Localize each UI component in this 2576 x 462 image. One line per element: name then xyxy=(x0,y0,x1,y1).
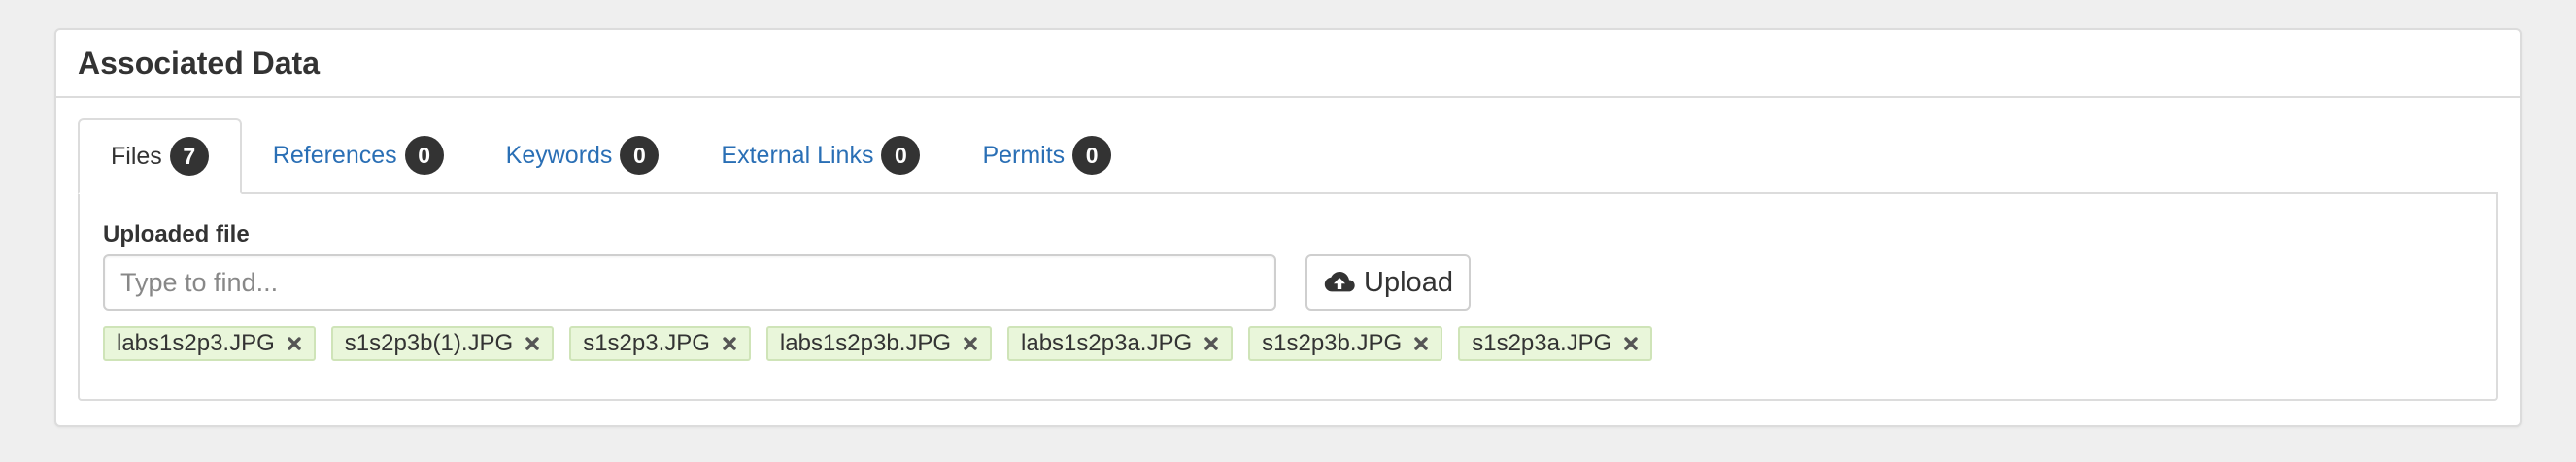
close-icon[interactable] xyxy=(1411,334,1431,353)
tab-label: External Links xyxy=(721,141,874,169)
file-tag: labs1s2p3a.JPG xyxy=(1007,326,1234,361)
uploaded-file-label: Uploaded file xyxy=(103,221,250,248)
tab-label: References xyxy=(272,141,397,169)
tab-label: Permits xyxy=(982,141,1066,169)
file-search-input[interactable] xyxy=(103,254,1276,311)
close-icon[interactable] xyxy=(720,334,739,353)
tab-bar: Files 7 References 0 Keywords 0 External… xyxy=(78,118,2498,194)
upload-button[interactable]: Upload xyxy=(1305,254,1471,311)
panel-title: Associated Data xyxy=(78,45,320,81)
file-tag-label: s1s2p3.JPG xyxy=(583,330,710,356)
close-icon[interactable] xyxy=(961,334,980,353)
file-tag-label: s1s2p3b(1).JPG xyxy=(344,330,514,356)
close-icon[interactable] xyxy=(1202,334,1221,353)
file-tag-label: labs1s2p3a.JPG xyxy=(1021,330,1193,356)
file-tag: labs1s2p3b.JPG xyxy=(765,326,993,361)
count-badge: 0 xyxy=(881,136,921,175)
tab-permits[interactable]: Permits 0 xyxy=(951,118,1142,192)
file-tag: s1s2p3b(1).JPG xyxy=(330,326,555,361)
count-badge: 0 xyxy=(404,136,444,175)
close-icon[interactable] xyxy=(285,334,304,353)
tab-label: Files xyxy=(111,142,162,170)
cloud-upload-icon xyxy=(1324,272,1355,292)
file-tag: s1s2p3a.JPG xyxy=(1458,326,1653,361)
close-icon[interactable] xyxy=(523,334,542,353)
tab-label: Keywords xyxy=(505,141,613,169)
tab-keywords[interactable]: Keywords 0 xyxy=(475,118,691,192)
files-tab-content: Uploaded file Upload labs1s2p3.JPG s1s2p… xyxy=(78,194,2498,401)
uploaded-file-list: labs1s2p3.JPG s1s2p3b(1).JPG s1s2p3.JPG … xyxy=(103,326,1668,361)
count-badge: 7 xyxy=(169,137,209,176)
associated-data-panel: Associated Data Files 7 References 0 Key… xyxy=(54,28,2522,427)
tab-files[interactable]: Files 7 xyxy=(78,118,242,194)
file-tag: s1s2p3.JPG xyxy=(569,326,751,361)
file-tag-label: labs1s2p3b.JPG xyxy=(779,330,952,356)
file-tag: labs1s2p3.JPG xyxy=(103,326,316,361)
close-icon[interactable] xyxy=(1621,334,1641,353)
tab-references[interactable]: References 0 xyxy=(242,118,475,192)
file-tag: s1s2p3b.JPG xyxy=(1248,326,1443,361)
count-badge: 0 xyxy=(1072,136,1112,175)
file-tag-label: labs1s2p3.JPG xyxy=(117,330,275,356)
file-tag-label: s1s2p3a.JPG xyxy=(1472,330,1612,356)
file-tag-label: s1s2p3b.JPG xyxy=(1262,330,1403,356)
tab-external-links[interactable]: External Links 0 xyxy=(690,118,951,192)
panel-heading: Associated Data xyxy=(56,30,2520,98)
count-badge: 0 xyxy=(620,136,660,175)
upload-button-label: Upload xyxy=(1364,266,1453,298)
